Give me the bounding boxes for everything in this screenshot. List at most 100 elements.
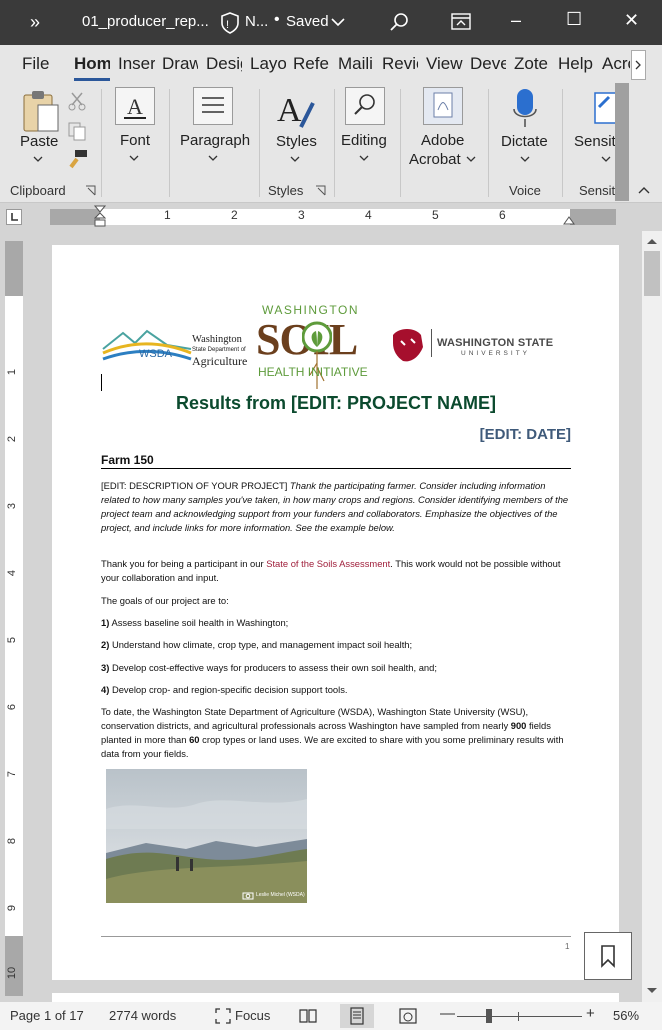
document-filename[interactable]: 01_producer_rep... xyxy=(82,13,209,30)
cut-icon[interactable] xyxy=(68,91,86,111)
tab-draw[interactable]: Draw xyxy=(162,54,198,74)
thanks-paragraph[interactable]: Thank you for being a participant in our… xyxy=(101,557,571,585)
minimize-button[interactable]: – xyxy=(511,10,521,31)
bookmark-button[interactable] xyxy=(584,932,632,980)
field-photo[interactable]: Leslie Michel (WSDA) xyxy=(106,769,307,903)
close-button[interactable]: ✕ xyxy=(624,10,639,31)
zoom-slider-track[interactable] xyxy=(457,1016,582,1017)
chevron-down-icon[interactable] xyxy=(600,155,612,163)
sensitivity-label[interactable]: Sensiti xyxy=(574,133,615,150)
word-count[interactable]: 2774 words xyxy=(109,1008,176,1023)
zoom-in-button[interactable]: + xyxy=(586,1005,595,1022)
chevron-down-icon[interactable] xyxy=(207,154,219,162)
document-title[interactable]: Results from [EDIT: PROJECT NAME] xyxy=(101,393,571,414)
scroll-up-icon[interactable] xyxy=(646,236,658,246)
tab-selector-button[interactable] xyxy=(6,209,22,225)
paste-icon[interactable] xyxy=(20,89,60,135)
tab-insert[interactable]: Inser xyxy=(118,54,155,74)
tab-file[interactable]: File xyxy=(22,54,49,74)
tab-review[interactable]: Revie xyxy=(382,54,418,74)
chevron-down-icon[interactable] xyxy=(128,154,140,162)
saved-status[interactable]: Saved xyxy=(286,13,329,30)
chevron-down-icon[interactable] xyxy=(519,155,531,163)
copy-icon[interactable] xyxy=(67,121,87,141)
ribbon-display-icon[interactable] xyxy=(451,13,471,31)
font-button[interactable]: A xyxy=(115,87,155,125)
tab-view[interactable]: View xyxy=(426,54,463,74)
editing-button[interactable] xyxy=(345,87,385,125)
font-label[interactable]: Font xyxy=(120,132,150,149)
adobe-acrobat-button[interactable] xyxy=(423,87,463,125)
scroll-down-icon[interactable] xyxy=(646,986,658,996)
wsu-divider xyxy=(431,329,432,357)
tab-home[interactable]: Hom xyxy=(74,54,110,74)
indent-marker-icon[interactable] xyxy=(94,205,106,231)
styles-label[interactable]: Styles xyxy=(276,133,317,150)
overflow-icon[interactable]: » xyxy=(30,12,40,33)
ruler-number: 3 xyxy=(6,502,19,510)
zoom-level[interactable]: 56% xyxy=(613,1008,639,1023)
microphone-icon[interactable] xyxy=(511,87,539,131)
paragraph-button[interactable] xyxy=(193,87,233,125)
tab-acrobat[interactable]: Acro xyxy=(602,54,630,74)
goal-item[interactable]: 4) Develop crop- and region-specific dec… xyxy=(101,683,571,697)
page-count[interactable]: Page 1 of 17 xyxy=(10,1008,84,1023)
paste-dropdown-icon[interactable] xyxy=(32,155,44,163)
dialog-launcher-icon[interactable] xyxy=(85,185,96,196)
zoom-slider-thumb[interactable] xyxy=(486,1009,492,1023)
goal-item[interactable]: 2) Understand how climate, crop type, an… xyxy=(101,638,571,652)
chevron-down-icon[interactable] xyxy=(358,154,370,162)
document-date[interactable]: [EDIT: DATE] xyxy=(101,426,571,443)
focus-button[interactable]: Focus xyxy=(235,1008,270,1023)
maximize-button[interactable]: ☐ xyxy=(566,9,582,30)
farm-heading[interactable]: Farm 150 xyxy=(101,453,571,469)
goal-item[interactable]: 1) Assess baseline soil health in Washin… xyxy=(101,616,571,630)
sensitivity-shield-icon[interactable]: ! xyxy=(220,12,240,34)
adobe-label-1[interactable]: Adobe xyxy=(421,132,464,149)
tab-zotero[interactable]: Zote xyxy=(514,54,550,74)
chevron-down-icon[interactable] xyxy=(465,155,477,163)
editing-label[interactable]: Editing xyxy=(341,132,387,149)
print-layout-button[interactable] xyxy=(340,1004,374,1028)
tab-help[interactable]: Help xyxy=(558,54,594,74)
todate-paragraph[interactable]: To date, the Washington State Department… xyxy=(101,705,571,761)
paragraph-label[interactable]: Paragraph xyxy=(180,132,250,149)
right-indent-marker-icon[interactable] xyxy=(563,214,575,226)
group-sensitivity: Sensiti Sensiti xyxy=(563,83,615,203)
state-of-soils-link[interactable]: State of the Soils Assessment xyxy=(266,558,390,569)
collapse-ribbon-icon[interactable] xyxy=(637,185,651,195)
adobe-label-2[interactable]: Acrobat xyxy=(409,151,461,168)
search-icon[interactable] xyxy=(389,12,409,32)
tab-layout[interactable]: Layo xyxy=(250,54,286,74)
description-paragraph[interactable]: [EDIT: DESCRIPTION OF YOUR PROJECT] Than… xyxy=(101,479,571,535)
tabs-scroll-right-button[interactable] xyxy=(631,50,646,80)
chevron-down-icon[interactable] xyxy=(289,155,301,163)
goal-item[interactable]: 3) Develop cost-effective ways for produ… xyxy=(101,661,571,675)
focus-icon[interactable] xyxy=(214,1007,232,1025)
read-mode-icon[interactable] xyxy=(298,1007,318,1025)
zoom-out-button[interactable]: — xyxy=(440,1005,455,1022)
format-painter-icon[interactable] xyxy=(67,149,89,169)
sensitivity-icon[interactable] xyxy=(591,87,615,127)
chevron-down-icon[interactable] xyxy=(331,17,345,27)
styles-icon[interactable]: A xyxy=(275,89,317,131)
horizontal-ruler[interactable]: 1 2 3 4 5 6 xyxy=(0,203,662,231)
ribbon-scrollbar[interactable] xyxy=(615,83,629,201)
web-layout-icon[interactable] xyxy=(398,1007,418,1025)
paste-label[interactable]: Paste xyxy=(20,133,58,150)
tab-references[interactable]: Refer xyxy=(293,54,329,74)
goals-intro[interactable]: The goals of our project are to: xyxy=(101,594,571,608)
scrollbar-thumb[interactable] xyxy=(644,251,660,296)
tab-mailings[interactable]: Maili xyxy=(338,54,375,74)
ruler-number: 8 xyxy=(6,837,19,845)
dictate-label[interactable]: Dictate xyxy=(501,133,548,150)
tab-developer[interactable]: Deve xyxy=(470,54,506,74)
vertical-scrollbar[interactable] xyxy=(642,231,662,1002)
next-page[interactable] xyxy=(52,993,619,1002)
tab-design[interactable]: Desig xyxy=(206,54,242,74)
document-page[interactable]: WSDA Washington State Department of Agri… xyxy=(52,245,619,980)
dialog-launcher-icon[interactable] xyxy=(315,185,326,196)
vertical-ruler[interactable]: 1 2 3 4 5 6 7 8 9 10 xyxy=(5,241,23,996)
sensitivity-label[interactable]: N... xyxy=(245,13,268,30)
wsu-logo: WASHINGTON STATE UNIVERSITY xyxy=(389,327,571,367)
